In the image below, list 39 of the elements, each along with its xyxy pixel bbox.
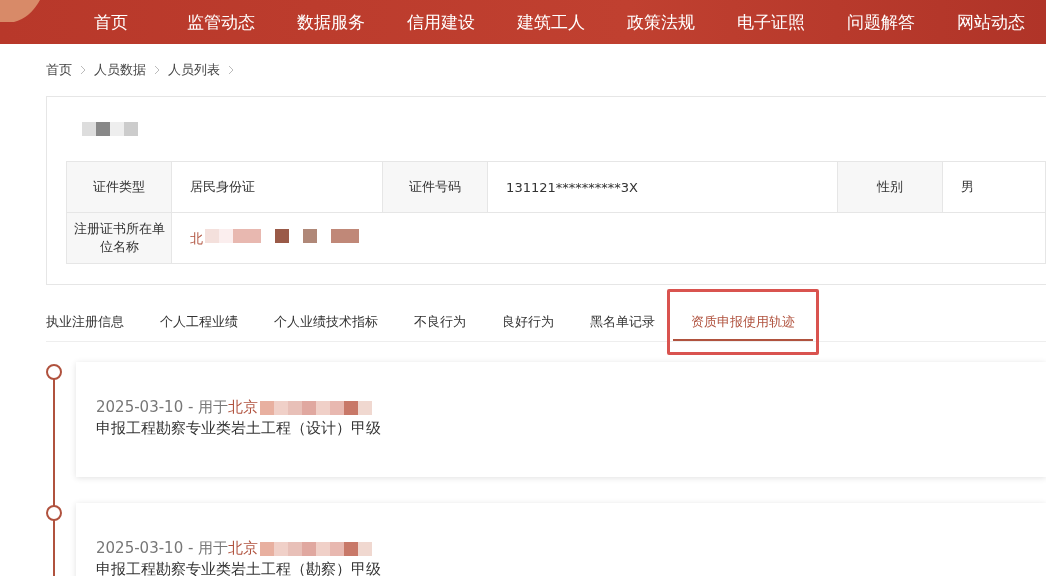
nav-item[interactable]: 首页 bbox=[56, 10, 166, 34]
record-date: 2025-03-10 - 用于 bbox=[96, 398, 229, 417]
nav-item[interactable]: 电子证照 bbox=[716, 10, 826, 34]
nav-item[interactable]: 问题解答 bbox=[826, 10, 936, 34]
nav-item[interactable]: 网站动态 bbox=[936, 10, 1046, 34]
company-link[interactable]: 北京 bbox=[228, 398, 259, 417]
company-link[interactable]: 北 bbox=[190, 230, 203, 246]
timeline-dot bbox=[46, 364, 62, 380]
tab[interactable]: 不良行为 bbox=[396, 303, 484, 341]
nav-item[interactable]: 监管动态 bbox=[166, 10, 276, 34]
nav-item[interactable]: 政策法规 bbox=[606, 10, 716, 34]
field-value: 131121**********3X bbox=[487, 161, 837, 213]
nav-item[interactable]: 建筑工人 bbox=[496, 10, 606, 34]
chevron-icon bbox=[228, 65, 234, 75]
nav-item[interactable]: 数据服务 bbox=[276, 10, 386, 34]
breadcrumb-link[interactable]: 首页 bbox=[46, 61, 72, 79]
field-label: 性别 bbox=[837, 161, 942, 213]
field-value: 男 bbox=[942, 161, 1046, 213]
tab[interactable]: 个人业绩技术指标 bbox=[256, 303, 396, 341]
breadcrumb-link[interactable]: 人员列表 bbox=[168, 61, 220, 79]
tab[interactable]: 资质申报使用轨迹 bbox=[673, 305, 813, 341]
company-link[interactable]: 北京 bbox=[228, 539, 259, 558]
tab[interactable]: 执业注册信息 bbox=[46, 303, 142, 341]
nav-item[interactable]: 信用建设 bbox=[386, 10, 496, 34]
field-label: 证件类型 bbox=[66, 161, 172, 213]
chevron-icon bbox=[80, 65, 86, 75]
ornament-drawing bbox=[0, 0, 40, 22]
field-label: 注册证书所在单位名称 bbox=[66, 212, 172, 264]
record-date: 2025-03-10 - 用于 bbox=[96, 539, 229, 558]
field-label: 证件号码 bbox=[382, 161, 488, 213]
tab[interactable]: 黑名单记录 bbox=[572, 303, 673, 341]
field-value: 居民身份证 bbox=[171, 161, 383, 213]
record-description: 申报工程勘察专业类岩土工程（勘察）甲级 bbox=[96, 560, 382, 576]
record-description: 申报工程勘察专业类岩土工程（设计）甲级 bbox=[96, 419, 382, 438]
chevron-icon bbox=[154, 65, 160, 75]
breadcrumb-link[interactable]: 人员数据 bbox=[94, 61, 146, 79]
timeline-dot bbox=[46, 505, 62, 521]
tab[interactable]: 良好行为 bbox=[484, 303, 572, 341]
tab[interactable]: 个人工程业绩 bbox=[142, 303, 256, 341]
